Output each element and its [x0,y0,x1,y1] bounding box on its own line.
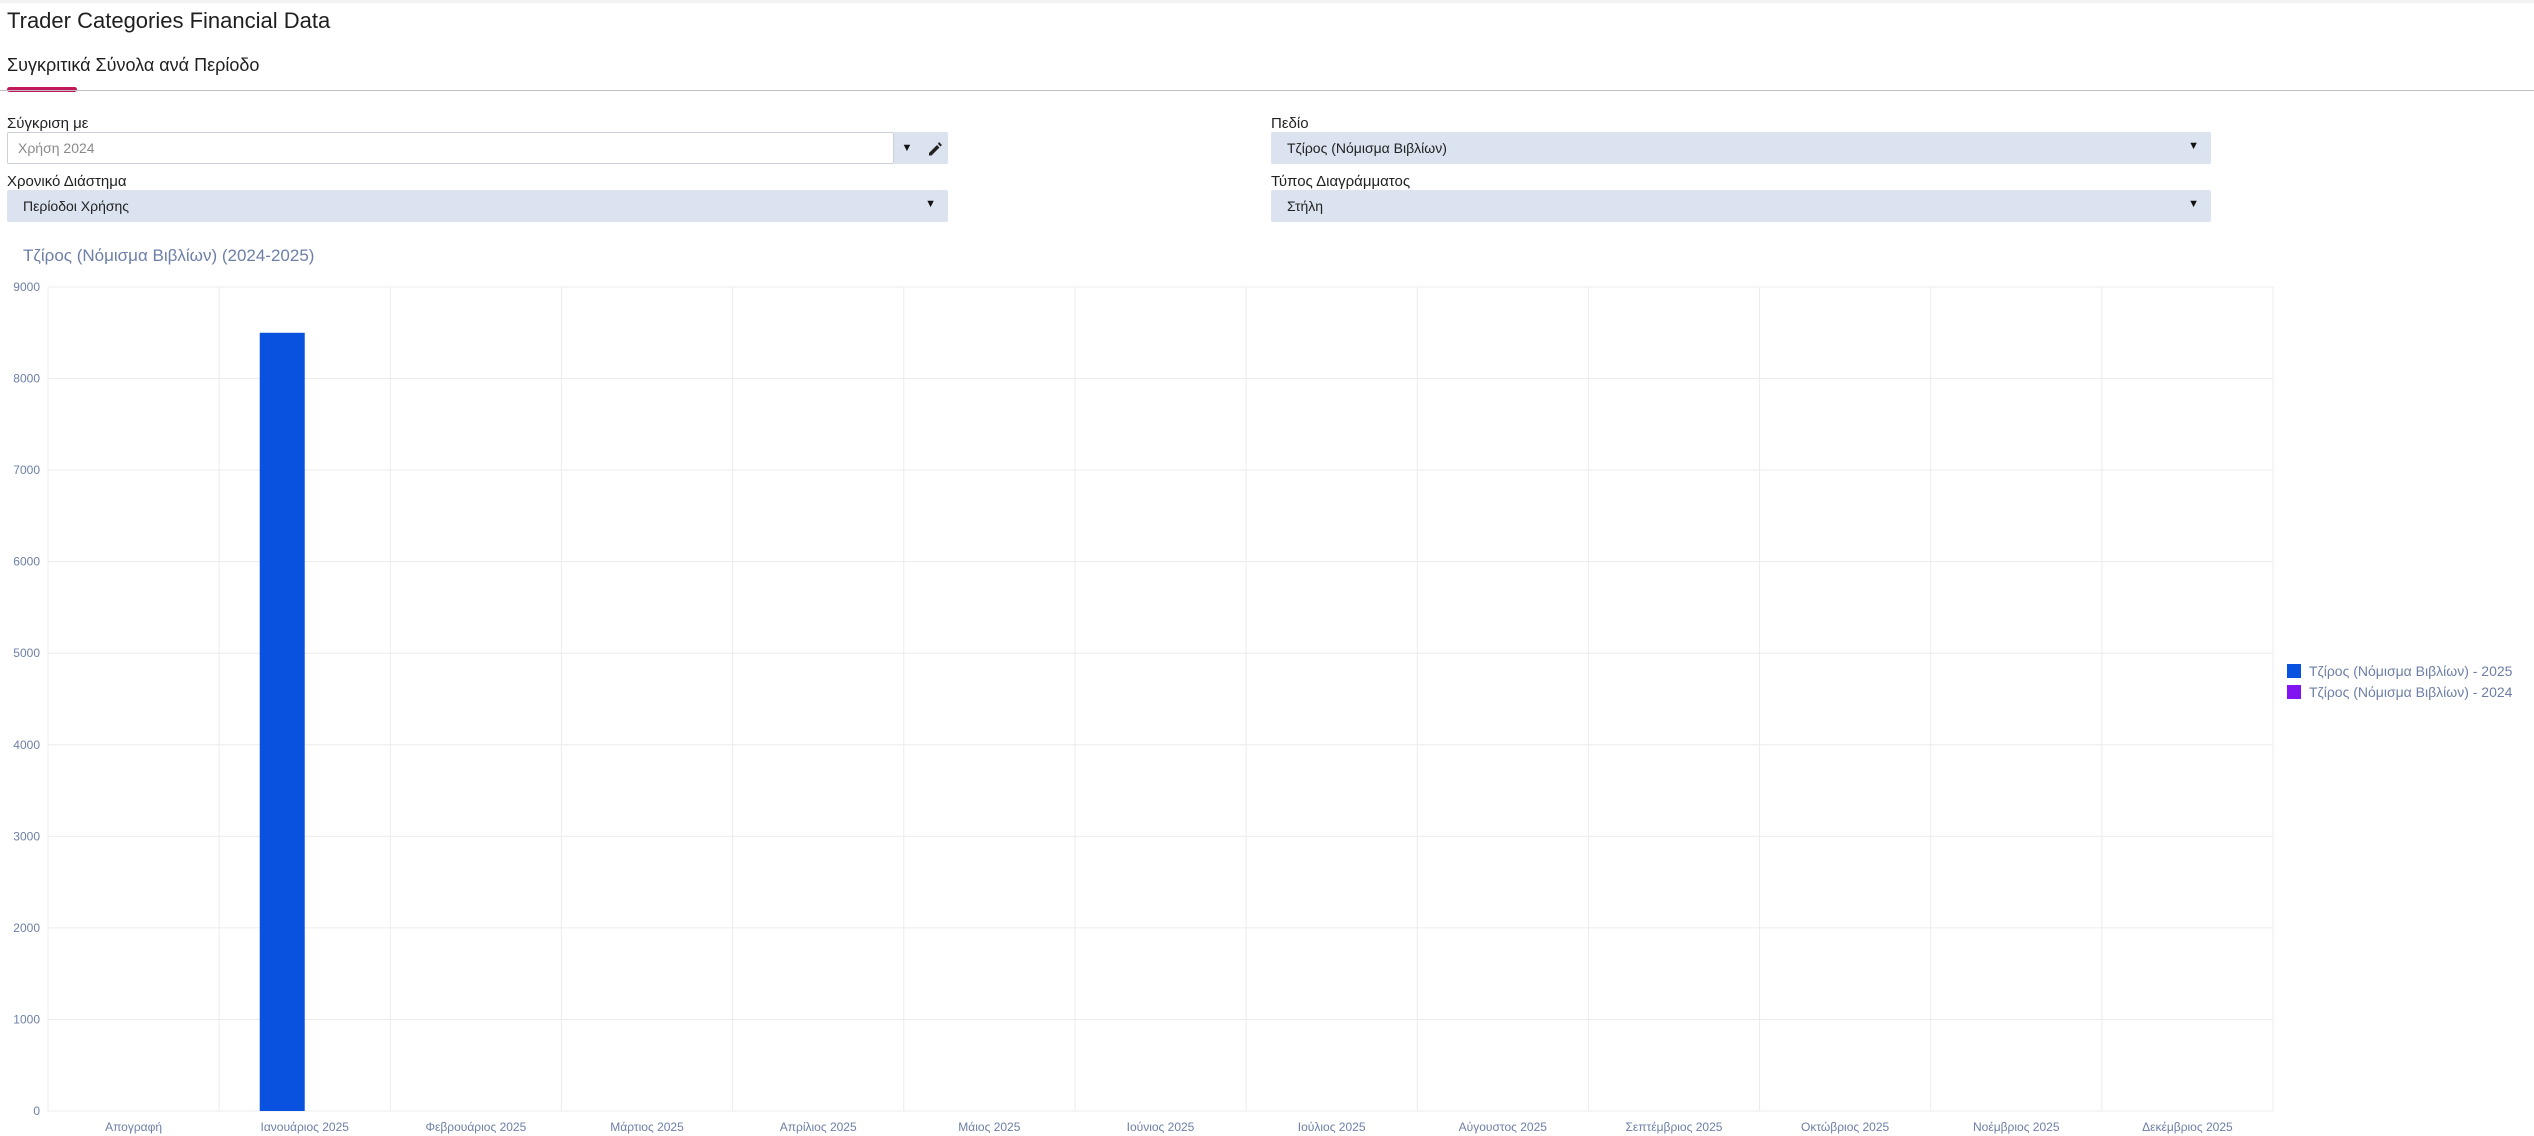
x-tick-label: Μάιος 2025 [958,1120,1020,1134]
y-tick-label: 8000 [13,372,40,386]
x-tick-label: Ιούνιος 2025 [1127,1120,1195,1134]
caret-down-icon: ▼ [2188,198,2199,210]
caret-down-icon: ▼ [901,142,913,154]
bar [259,332,305,1111]
tab-divider [0,90,2534,91]
y-tick-label: 6000 [13,555,40,569]
chart-type-select[interactable]: Στήλη ▼ [1271,190,2211,222]
app-title: Trader Categories Financial Data [7,8,331,33]
time-range-label: Χρονικό Διάστημα [7,173,127,190]
compare-with-dropdown-button[interactable]: ▼ [894,132,920,164]
x-tick-label: Αύγουστος 2025 [1459,1120,1548,1134]
caret-down-icon: ▼ [2188,140,2199,152]
pencil-icon [929,142,942,156]
legend-label-2025: Τζίρος (Νόμισμα Βιβλίων) - 2025 [2309,663,2513,679]
y-tick-label: 7000 [13,463,40,477]
y-tick-label: 2000 [13,921,40,935]
chart-type-value: Στήλη [1287,198,1324,214]
time-range-value: Περίοδοι Χρήσης [23,198,130,214]
field-label: Πεδίο [1271,115,1309,132]
x-tick-label: Απογραφή [105,1120,162,1134]
y-tick-label: 0 [33,1104,40,1118]
x-tick-label: Οκτώβριος 2025 [1801,1120,1889,1134]
legend-swatch-2024 [2287,685,2301,699]
y-tick-label: 5000 [13,646,40,660]
top-border [0,0,2534,3]
tab-comparative-totals[interactable]: Συγκριτικά Σύνολα ανά Περίοδο [7,55,259,76]
chart-legend: Τζίρος (Νόμισμα Βιβλίων) - 2025 Τζίρος (… [2287,663,2512,705]
y-tick-label: 4000 [13,738,40,752]
y-tick-label: 9000 [13,280,40,294]
y-tick-label: 1000 [13,1012,40,1026]
field-value: Τζίρος (Νόμισμα Βιβλίων) [1287,140,1447,156]
x-tick-label: Ιούλιος 2025 [1298,1120,1366,1134]
x-tick-label: Μάρτιος 2025 [610,1120,684,1134]
compare-with-label: Σύγκριση με [7,115,89,132]
x-tick-label: Ιανουάριος 2025 [261,1120,350,1134]
chart-title: Τζίρος (Νόμισμα Βιβλίων) (2024-2025) [23,246,315,265]
compare-with-input[interactable]: Χρήση 2024 [7,132,894,164]
time-range-select[interactable]: Περίοδοι Χρήσης ▼ [7,190,948,222]
x-tick-label: Σεπτέμβριος 2025 [1625,1120,1722,1134]
x-tick-label: Δεκέμβριος 2025 [2142,1120,2233,1134]
legend-item-2024[interactable]: Τζίρος (Νόμισμα Βιβλίων) - 2024 [2287,684,2512,705]
bar-chart: 0 1000 2000 3000 4000 5000 6000 7000 8000 9000 Απο… [13,280,2274,1134]
compare-with-value: Χρήση 2024 [18,140,95,156]
legend-item-2025[interactable]: Τζίρος (Νόμισμα Βιβλίων) - 2025 [2287,663,2512,684]
x-tick-label: Απρίλιος 2025 [780,1120,857,1134]
x-tick-label: Φεβρουάριος 2025 [425,1120,526,1134]
chart-type-label: Τύπος Διαγράμματος [1271,173,1411,190]
field-select[interactable]: Τζίρος (Νόμισμα Βιβλίων) ▼ [1271,132,2211,164]
legend-swatch-2025 [2287,664,2301,678]
caret-down-icon: ▼ [925,198,936,210]
legend-label-2024: Τζίρος (Νόμισμα Βιβλίων) - 2024 [2309,684,2513,700]
compare-with-edit-button[interactable] [920,132,948,164]
x-tick-label: Νοέμβριος 2025 [1973,1120,2060,1134]
y-tick-label: 3000 [13,829,40,843]
